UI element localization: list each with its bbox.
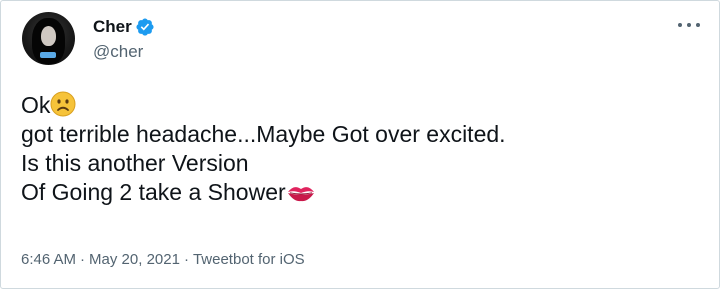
author-handle[interactable]: @cher	[93, 42, 143, 62]
tweet-line-4: Of Going 2 take a Shower	[21, 178, 506, 207]
avatar-face	[41, 26, 56, 46]
separator: ·	[183, 251, 189, 268]
dot	[696, 23, 700, 27]
tweet-line-1: Ok	[21, 91, 506, 120]
tweet-source-link[interactable]: Tweetbot for iOS	[193, 251, 305, 268]
avatar-detail	[40, 52, 56, 58]
tweet-line-3: Is this another Version	[21, 150, 249, 176]
tweet-time-link[interactable]: 6:46 AM	[21, 251, 76, 268]
verified-badge-icon	[136, 18, 154, 36]
tweet-text: Ok got terrible headache...Maybe Got ove…	[21, 91, 506, 207]
author-name[interactable]: Cher	[93, 17, 132, 37]
separator: ·	[80, 251, 86, 268]
avatar[interactable]	[22, 12, 75, 65]
tweet-date-link[interactable]: May 20, 2021	[89, 251, 180, 268]
more-options-icon[interactable]	[678, 17, 700, 33]
tweet-metadata: 6:46 AM · May 20, 2021 · Tweetbot for iOS	[21, 251, 305, 269]
frowning-face-emoji	[50, 91, 76, 117]
dot	[678, 23, 682, 27]
tweet-line-1-text: Ok	[21, 92, 51, 118]
tweet-card: Cher @cher Ok got terrible headache...Ma…	[0, 0, 720, 289]
tweet-line-4-text: Of Going 2 take a Shower	[21, 179, 286, 205]
tweet-line-2: got terrible headache...Maybe Got over e…	[21, 121, 506, 147]
dot	[687, 23, 691, 27]
kiss-mark-emoji	[287, 187, 314, 202]
